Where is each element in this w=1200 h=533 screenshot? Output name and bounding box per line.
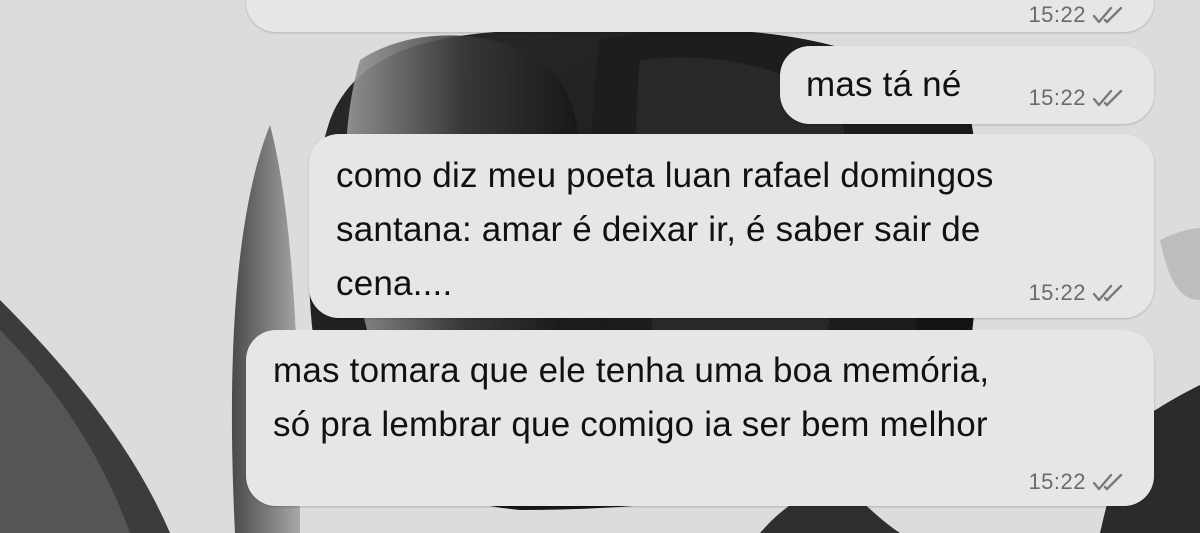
- message-bubble[interactable]: mas tomara que ele tenha uma boa memória…: [246, 330, 1154, 506]
- message-text: assim: [272, 0, 364, 12]
- message-time: 15:22: [1028, 85, 1086, 110]
- message-meta: 15:22: [1028, 2, 1126, 28]
- double-check-icon: [1092, 6, 1123, 24]
- message-text: como diz meu poeta luan rafael domingos …: [336, 156, 994, 303]
- message-time: 15:22: [1028, 2, 1086, 27]
- message-meta: 15:22: [1028, 469, 1126, 495]
- double-check-icon: [1092, 473, 1123, 491]
- message-bubble[interactable]: mas tá né 15:22: [780, 46, 1154, 124]
- message-time: 15:22: [1028, 280, 1086, 305]
- double-check-icon: [1092, 284, 1123, 302]
- message-meta: 15:22: [1028, 85, 1126, 111]
- message-time: 15:22: [1028, 469, 1086, 494]
- message-text: mas tomara que ele tenha uma boa memória…: [273, 351, 990, 444]
- double-check-icon: [1092, 89, 1123, 107]
- message-meta: 15:22: [1028, 280, 1126, 306]
- message-bubble[interactable]: assim 15:22: [246, 0, 1154, 32]
- message-text: mas tá né: [806, 65, 962, 104]
- message-bubble[interactable]: como diz meu poeta luan rafael domingos …: [309, 134, 1154, 318]
